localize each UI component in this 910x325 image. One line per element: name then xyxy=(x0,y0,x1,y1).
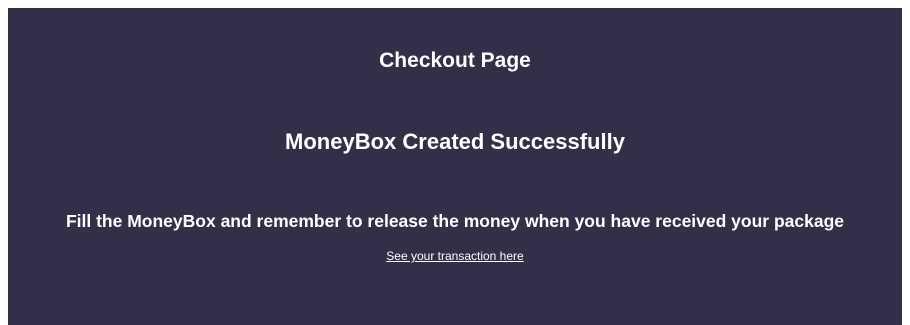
transaction-link[interactable]: See your transaction here xyxy=(386,249,523,263)
transaction-link-container: See your transaction here xyxy=(8,249,902,264)
page-title: Checkout Page xyxy=(379,49,531,72)
instruction-message: Fill the MoneyBox and remember to releas… xyxy=(65,211,845,231)
checkout-panel: Checkout Page MoneyBox Created Successfu… xyxy=(8,8,902,325)
success-heading: MoneyBox Created Successfully xyxy=(285,129,625,154)
